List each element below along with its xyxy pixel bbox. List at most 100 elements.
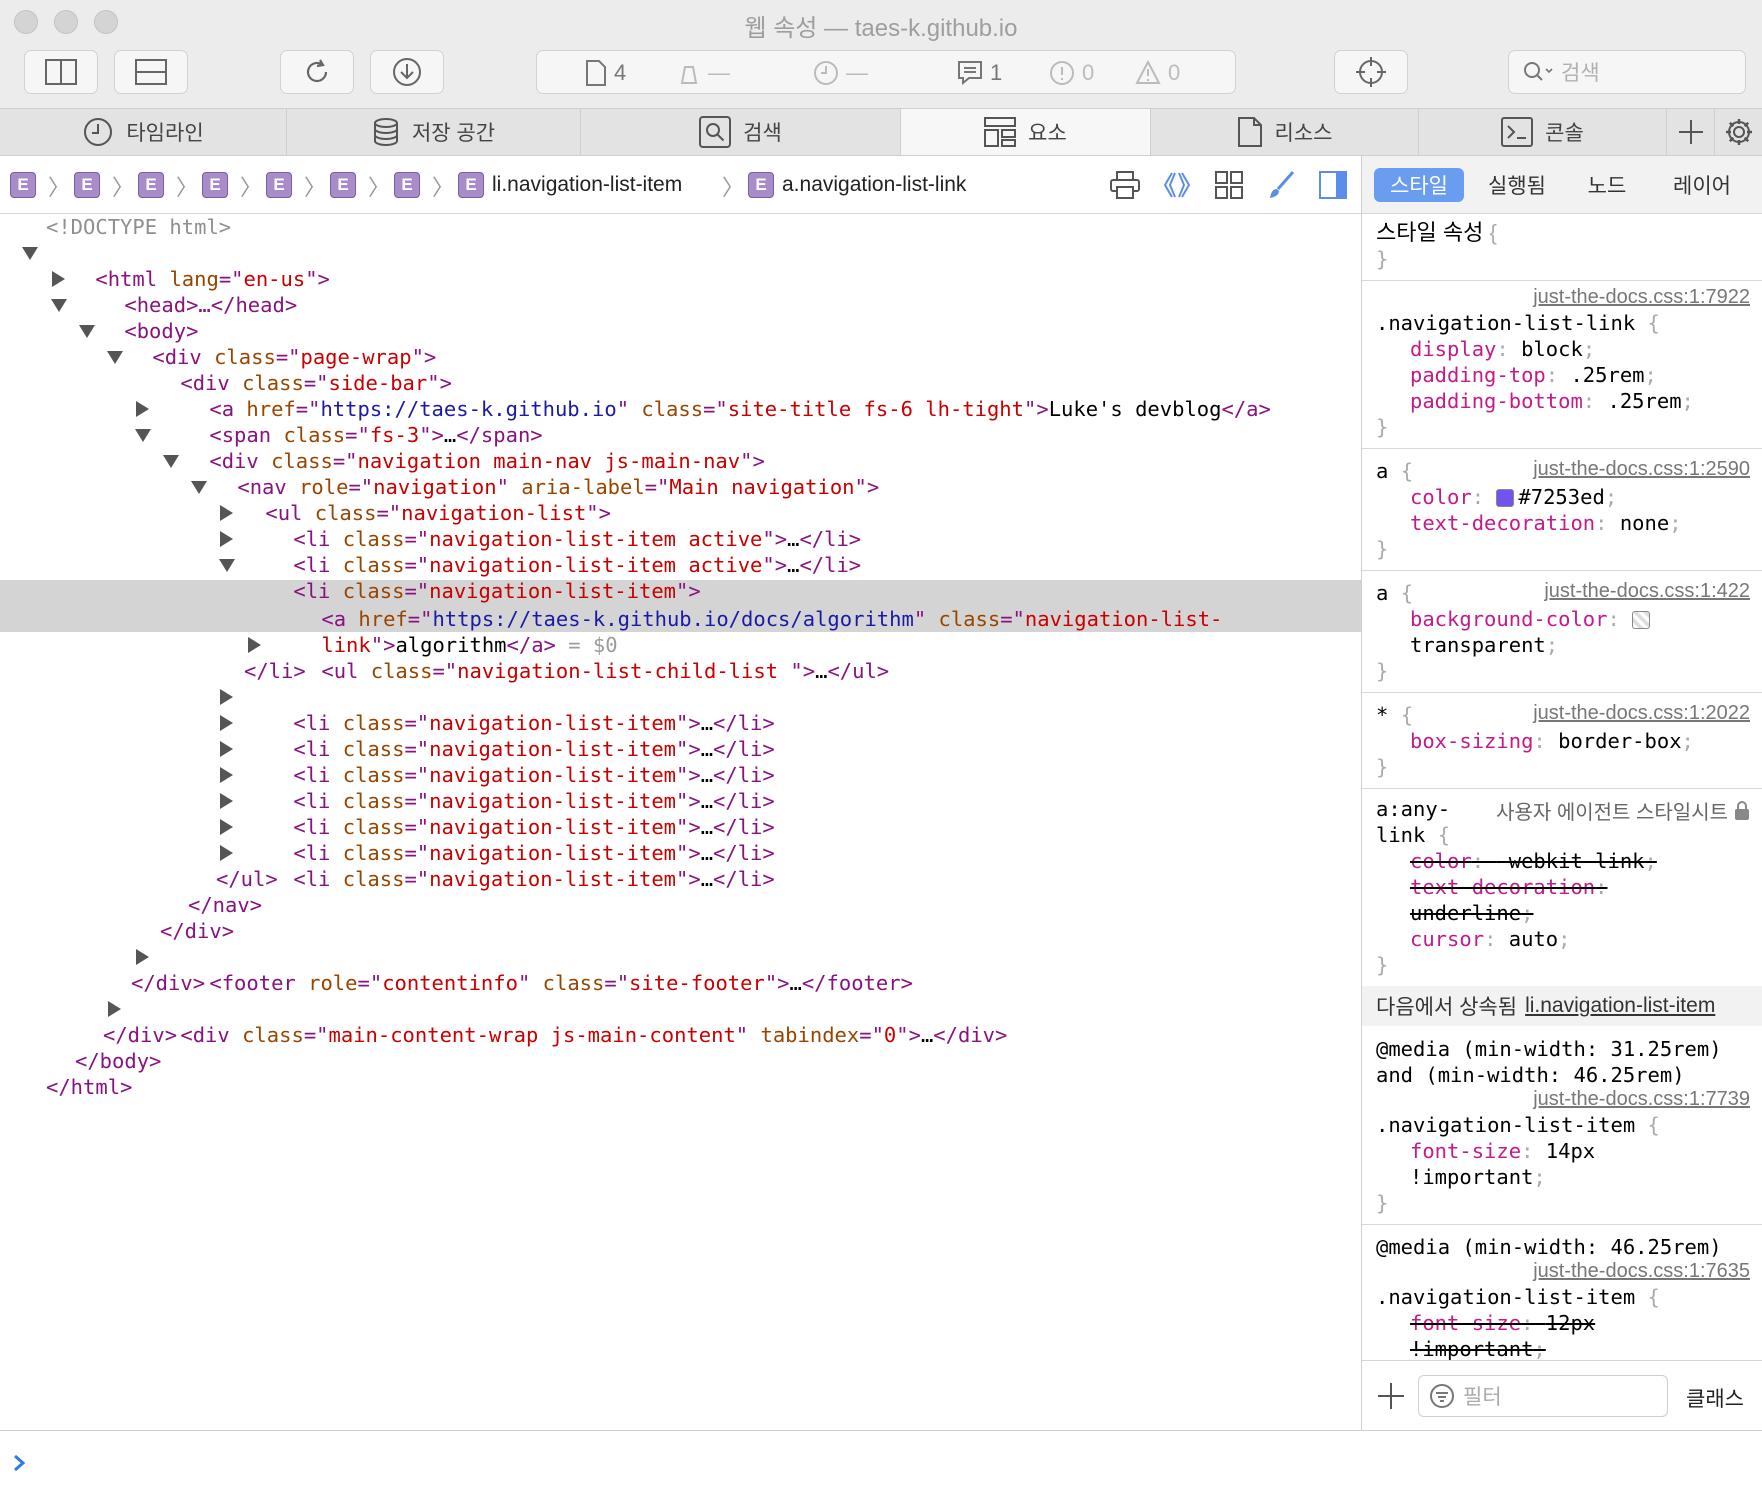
tab-resources[interactable]: 리소스 [1151, 109, 1419, 155]
dom-node-close-html[interactable]: </html> [0, 1074, 1361, 1100]
rule-selector[interactable]: * { [1376, 702, 1413, 728]
add-rule-button[interactable] [1376, 1381, 1406, 1411]
disclosure-collapsed-icon[interactable] [52, 271, 65, 287]
css-property-overridden[interactable]: text-decoration: [1410, 874, 1607, 900]
disclosure-expanded-icon[interactable] [107, 351, 123, 364]
transparent-swatch[interactable] [1632, 611, 1651, 629]
disclosure-expanded-icon[interactable] [191, 481, 207, 494]
styles-filter-input[interactable]: 필터 [1418, 1375, 1668, 1417]
source-link[interactable]: just-the-docs.css:1:2022 [1533, 702, 1750, 725]
tab-elements[interactable]: 요소 [901, 109, 1151, 155]
css-property-overridden[interactable]: color: -webkit-link; [1410, 848, 1657, 874]
dom-node-span[interactable]: <span class="fs-3">…</span> [0, 396, 1361, 447]
tab-computed[interactable]: 실행됨 [1472, 168, 1562, 202]
dom-node-navigation-div[interactable]: <div class="navigation main-nav js-main-… [0, 422, 1361, 473]
disclosure-collapsed-icon[interactable] [220, 531, 233, 547]
settings-button[interactable] [1715, 109, 1762, 155]
dom-node-selected-link[interactable]: <a href="https://taes-k.github.io/docs/a… [0, 580, 1361, 631]
disclosure-collapsed-icon[interactable] [136, 401, 149, 417]
dom-node-list-item[interactable]: <li class="navigation-list-item">…</li> [0, 684, 1361, 735]
css-property[interactable]: box-sizing: border-box; [1410, 728, 1694, 754]
dom-node-close-div[interactable]: </div> [0, 970, 1361, 996]
source-link[interactable]: just-the-docs.css:1:2590 [1533, 458, 1750, 481]
dom-node-main-content[interactable]: <div class="main-content-wrap js-main-co… [0, 996, 1361, 1047]
css-property[interactable]: padding-bottom: .25rem; [1410, 388, 1694, 414]
dock-bottom-button[interactable] [114, 50, 188, 94]
color-swatch[interactable] [1496, 489, 1515, 507]
tab-storage[interactable]: 저장 공간 [287, 109, 581, 155]
disclosure-expanded-icon[interactable] [163, 455, 179, 468]
css-property-overridden-important[interactable]: !important; [1410, 1336, 1546, 1360]
tab-search[interactable]: 검색 [581, 109, 901, 155]
source-link[interactable]: just-the-docs.css:1:422 [1544, 580, 1750, 603]
bytes-stat[interactable]: — [677, 51, 730, 95]
rule-selector[interactable]: a { [1376, 458, 1413, 484]
breadcrumb-item[interactable]: E [202, 172, 228, 198]
disclosure-collapsed-icon[interactable] [108, 1001, 121, 1017]
dom-node-close-body[interactable]: </body> [0, 1048, 1361, 1074]
download-button[interactable] [370, 50, 444, 94]
dom-node-list-item-expanded[interactable]: <li class="navigation-list-item"> [0, 552, 1361, 603]
disclosure-collapsed-icon[interactable] [220, 793, 233, 809]
element-picker-button[interactable] [1334, 50, 1408, 94]
classes-toggle-button[interactable]: 클래스 [1686, 1383, 1744, 1413]
disclosure-collapsed-icon[interactable] [220, 741, 233, 757]
dom-node-body[interactable]: <body> [0, 292, 1361, 343]
dom-node-close-li[interactable]: </li> [0, 658, 1361, 684]
disclosure-collapsed-icon[interactable] [220, 845, 233, 861]
reload-button[interactable] [280, 50, 354, 94]
rule-selector[interactable]: .navigation-list-link { [1376, 310, 1660, 336]
add-tab-button[interactable] [1667, 109, 1715, 155]
dom-node-child-list[interactable]: <ul class="navigation-list-child-list ">… [0, 632, 1361, 683]
quick-console[interactable] [0, 1430, 1762, 1490]
css-property[interactable]: text-decoration: none; [1410, 510, 1682, 536]
tab-node[interactable]: 노드 [1562, 168, 1652, 202]
tab-timeline[interactable]: 타임라인 [0, 109, 287, 155]
dom-node-close-div[interactable]: </div> [0, 1022, 1361, 1048]
dom-node-list-item[interactable]: <li class="navigation-list-item active">… [0, 526, 1361, 577]
rule-selector[interactable]: .navigation-list-item { [1376, 1284, 1660, 1310]
dom-node-close-div[interactable]: </div> [0, 918, 1361, 944]
dock-side-button[interactable] [24, 50, 98, 94]
dom-node-list-item[interactable]: <li class="navigation-list-item">…</li> [0, 840, 1361, 891]
css-property-overridden[interactable]: font-size: 12px [1410, 1310, 1595, 1336]
breadcrumb-item[interactable]: E [138, 172, 164, 198]
dom-node-page-wrap[interactable]: <div class="page-wrap"> [0, 318, 1361, 369]
css-property[interactable]: padding-top: .25rem; [1410, 362, 1657, 388]
css-property-overridden-value[interactable]: underline; [1410, 900, 1533, 926]
css-property-important[interactable]: !important; [1410, 1164, 1546, 1190]
source-link[interactable]: just-the-docs.css:1:7635 [1533, 1260, 1750, 1283]
rule-selector[interactable]: a { [1376, 580, 1413, 606]
css-property[interactable]: display: block; [1410, 336, 1595, 362]
dom-node-list-item[interactable]: <li class="navigation-list-item">…</li> [0, 736, 1361, 787]
disclosure-collapsed-icon[interactable] [136, 949, 149, 965]
rule-selector[interactable]: a:any- [1376, 796, 1450, 822]
errors-stat[interactable]: 0 [1049, 51, 1094, 95]
breadcrumb-item-li[interactable]: Eli.navigation-list-item [458, 172, 682, 198]
disclosure-collapsed-icon[interactable] [220, 767, 233, 783]
disclosure-expanded-icon[interactable] [51, 299, 67, 312]
dom-node-footer[interactable]: <footer role="contentinfo" class="site-f… [0, 944, 1361, 995]
dom-node-close-ul[interactable]: </ul> [0, 866, 1361, 892]
css-property[interactable]: font-size: 14px [1410, 1138, 1595, 1164]
breadcrumb-item[interactable]: E [10, 172, 36, 198]
dom-node-html[interactable]: <html lang="en-us"> [0, 240, 1361, 291]
breadcrumb-item[interactable]: E [74, 172, 100, 198]
dom-node-list-item[interactable]: <li class="navigation-list-item">…</li> [0, 710, 1361, 761]
disclosure-collapsed-icon[interactable] [220, 689, 233, 705]
dom-node-nav[interactable]: <nav role="navigation" aria-label="Main … [0, 448, 1361, 499]
disclosure-collapsed-icon[interactable] [248, 637, 261, 653]
warnings-stat[interactable]: 0 [1135, 51, 1180, 95]
dom-node-list-item[interactable]: <li class="navigation-list-item active">… [0, 500, 1361, 551]
time-stat[interactable]: — [813, 51, 868, 95]
source-link[interactable]: just-the-docs.css:1:7739 [1533, 1088, 1750, 1111]
dom-node-side-bar[interactable]: <div class="side-bar"> [0, 344, 1361, 395]
breadcrumb-item-a[interactable]: Ea.navigation-list-link [748, 172, 966, 198]
disclosure-expanded-icon[interactable] [22, 247, 38, 260]
disclosure-expanded-icon[interactable] [219, 559, 235, 572]
dom-node-navigation-list[interactable]: <ul class="navigation-list"> [0, 474, 1361, 525]
dom-node-list-item[interactable]: <li class="navigation-list-item">…</li> [0, 762, 1361, 813]
dom-node-list-item[interactable]: <li class="navigation-list-item">…</li> [0, 814, 1361, 865]
disclosure-collapsed-icon[interactable] [220, 505, 233, 521]
breadcrumb-item[interactable]: E [266, 172, 292, 198]
